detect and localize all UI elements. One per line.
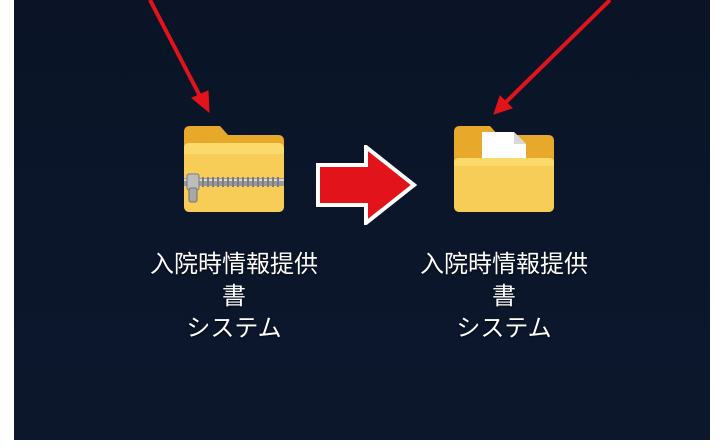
desktop-icon-folder[interactable]: 入院時情報提供書 システム bbox=[414, 118, 594, 344]
folder-icon bbox=[434, 118, 574, 228]
desktop: 入院時情報提供書 システム 入院時情報提供書 システム bbox=[14, 0, 710, 440]
icon-label: 入院時情報提供書 システム bbox=[150, 250, 318, 342]
right-arrow-icon bbox=[314, 142, 419, 228]
screenshot-frame: 入院時情報提供書 システム 入院時情報提供書 システム bbox=[0, 0, 720, 448]
desktop-icon-zip-folder[interactable]: 入院時情報提供書 システム bbox=[144, 118, 324, 344]
icon-label: 入院時情報提供書 システム bbox=[420, 250, 588, 342]
zip-folder-icon bbox=[164, 118, 304, 228]
